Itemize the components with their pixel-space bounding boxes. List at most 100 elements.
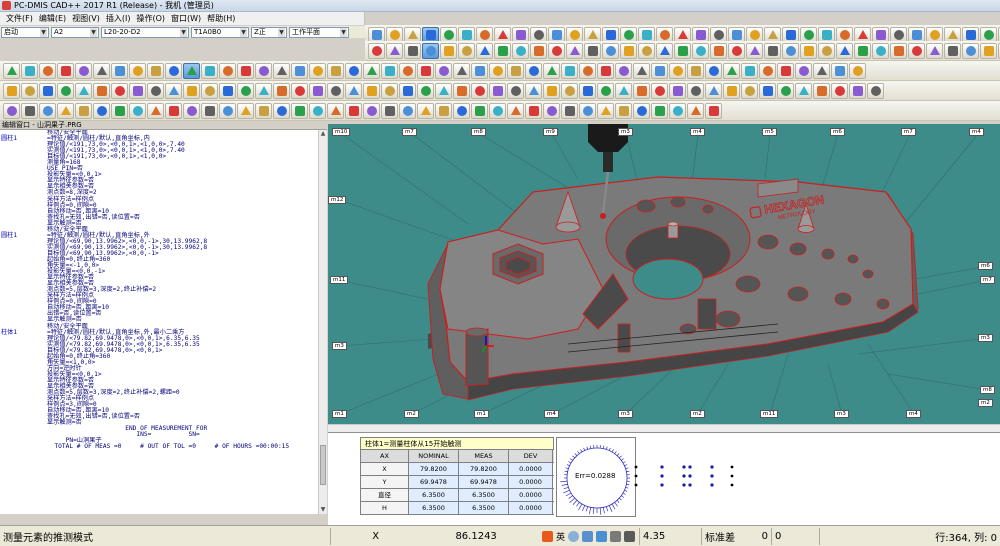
toolbar-button[interactable] <box>818 42 835 59</box>
toolbar-button[interactable] <box>21 62 38 79</box>
toolbar-button[interactable] <box>651 102 668 119</box>
toolbar-button[interactable] <box>111 102 128 119</box>
toolbar-button[interactable] <box>507 82 524 99</box>
toolbar-button[interactable] <box>741 82 758 99</box>
toolbar-button[interactable] <box>980 42 997 59</box>
toolbar-button[interactable] <box>777 82 794 99</box>
menu-item[interactable]: 插入(I) <box>103 13 134 24</box>
toolbar-button[interactable] <box>147 62 164 79</box>
toolbar-button[interactable] <box>417 102 434 119</box>
feature-id-label[interactable]: m4 <box>969 128 984 136</box>
toolbar-button[interactable] <box>669 62 686 79</box>
combo-select[interactable]: 工作平面 <box>289 26 349 38</box>
toolbar-button[interactable] <box>687 82 704 99</box>
toolbar-button[interactable] <box>849 62 866 79</box>
toolbar-button[interactable] <box>723 82 740 99</box>
toolbar-button[interactable] <box>93 82 110 99</box>
toolbar-button[interactable] <box>183 62 200 79</box>
toolbar-button[interactable] <box>147 82 164 99</box>
toolbar-button[interactable] <box>386 42 403 59</box>
toolbar-button[interactable] <box>183 82 200 99</box>
toolbar-button[interactable] <box>21 82 38 99</box>
feature-id-label[interactable]: m4 <box>544 410 559 418</box>
feature-id-label[interactable]: m8 <box>471 128 486 136</box>
ime-logo-icon[interactable] <box>542 530 553 542</box>
toolbar-button[interactable] <box>327 62 344 79</box>
ime-lang[interactable]: 英 <box>556 530 565 543</box>
toolbar-button[interactable] <box>831 82 848 99</box>
toolbar-button[interactable] <box>381 102 398 119</box>
toolbar-button[interactable] <box>219 82 236 99</box>
toolbar-button[interactable] <box>728 42 745 59</box>
toolbar-button[interactable] <box>255 102 272 119</box>
toolbar-button[interactable] <box>777 62 794 79</box>
toolbar-button[interactable] <box>584 42 601 59</box>
code-line[interactable]: TOTAL # OF MEAS =0 # OUT OF TOL =0 # OF … <box>1 444 318 450</box>
menu-item[interactable]: 窗口(W) <box>168 13 204 24</box>
toolbar-button[interactable] <box>651 82 668 99</box>
toolbar-button[interactable] <box>417 62 434 79</box>
ime-tools-icon[interactable] <box>624 530 636 542</box>
scroll-down-icon[interactable]: ▼ <box>319 506 327 514</box>
toolbar-button[interactable] <box>633 62 650 79</box>
toolbar-button[interactable] <box>548 42 565 59</box>
toolbar-button[interactable] <box>687 62 704 79</box>
feature-id-label[interactable]: m1 <box>332 410 347 418</box>
toolbar-button[interactable] <box>615 102 632 119</box>
combo-select[interactable]: L20-20-D2 <box>101 26 189 38</box>
toolbar-button[interactable] <box>273 62 290 79</box>
toolbar-button[interactable] <box>944 42 961 59</box>
toolbar-button[interactable] <box>255 82 272 99</box>
toolbar-button[interactable] <box>543 62 560 79</box>
menu-item[interactable]: 帮助(H) <box>204 13 238 24</box>
toolbar-button[interactable] <box>327 102 344 119</box>
toolbar-button[interactable] <box>129 102 146 119</box>
toolbar-button[interactable] <box>849 82 866 99</box>
toolbar-button[interactable] <box>669 102 686 119</box>
toolbar-button[interactable] <box>692 42 709 59</box>
toolbar-button[interactable] <box>422 42 439 59</box>
menu-item[interactable]: 视图(V) <box>69 13 103 24</box>
toolbar-button[interactable] <box>183 102 200 119</box>
toolbar-button[interactable] <box>759 62 776 79</box>
toolbar-button[interactable] <box>93 102 110 119</box>
toolbar-button[interactable] <box>795 82 812 99</box>
toolbar-button[interactable] <box>453 62 470 79</box>
toolbar-button[interactable] <box>543 82 560 99</box>
toolbar-button[interactable] <box>129 82 146 99</box>
toolbar-button[interactable] <box>75 62 92 79</box>
feature-id-label[interactable]: m3 <box>332 342 347 350</box>
toolbar-button[interactable] <box>435 82 452 99</box>
feature-id-label[interactable]: m3 <box>618 128 633 136</box>
toolbar-button[interactable] <box>854 42 871 59</box>
toolbar-button[interactable] <box>669 82 686 99</box>
toolbar-button[interactable] <box>381 82 398 99</box>
toolbar-button[interactable] <box>579 102 596 119</box>
toolbar-button[interactable] <box>813 82 830 99</box>
toolbar-button[interactable] <box>800 42 817 59</box>
editor-scrollbar[interactable]: ▲ ▼ <box>318 130 327 514</box>
feature-id-label[interactable]: m4 <box>906 410 921 418</box>
combo-select[interactable]: A2 <box>51 26 99 38</box>
feature-id-label[interactable]: m9 <box>543 128 558 136</box>
toolbar-button[interactable] <box>759 82 776 99</box>
toolbar-button[interactable] <box>656 42 673 59</box>
toolbar-button[interactable] <box>399 102 416 119</box>
scroll-thumb[interactable] <box>320 445 326 485</box>
toolbar-button[interactable] <box>525 102 542 119</box>
toolbar-button[interactable] <box>579 62 596 79</box>
toolbar-button[interactable] <box>746 42 763 59</box>
toolbar-button[interactable] <box>831 62 848 79</box>
toolbar-button[interactable] <box>453 102 470 119</box>
combo-select[interactable]: T1A0B0 <box>191 26 249 38</box>
toolbar-button[interactable] <box>453 82 470 99</box>
toolbar-button[interactable] <box>147 102 164 119</box>
ime-keyboard-icon[interactable] <box>596 530 608 542</box>
toolbar-button[interactable] <box>165 82 182 99</box>
toolbar-button[interactable] <box>368 42 385 59</box>
toolbar-button[interactable] <box>399 62 416 79</box>
toolbar-button[interactable] <box>129 62 146 79</box>
toolbar-button[interactable] <box>651 62 668 79</box>
toolbar-button[interactable] <box>39 82 56 99</box>
toolbar-button[interactable] <box>93 62 110 79</box>
